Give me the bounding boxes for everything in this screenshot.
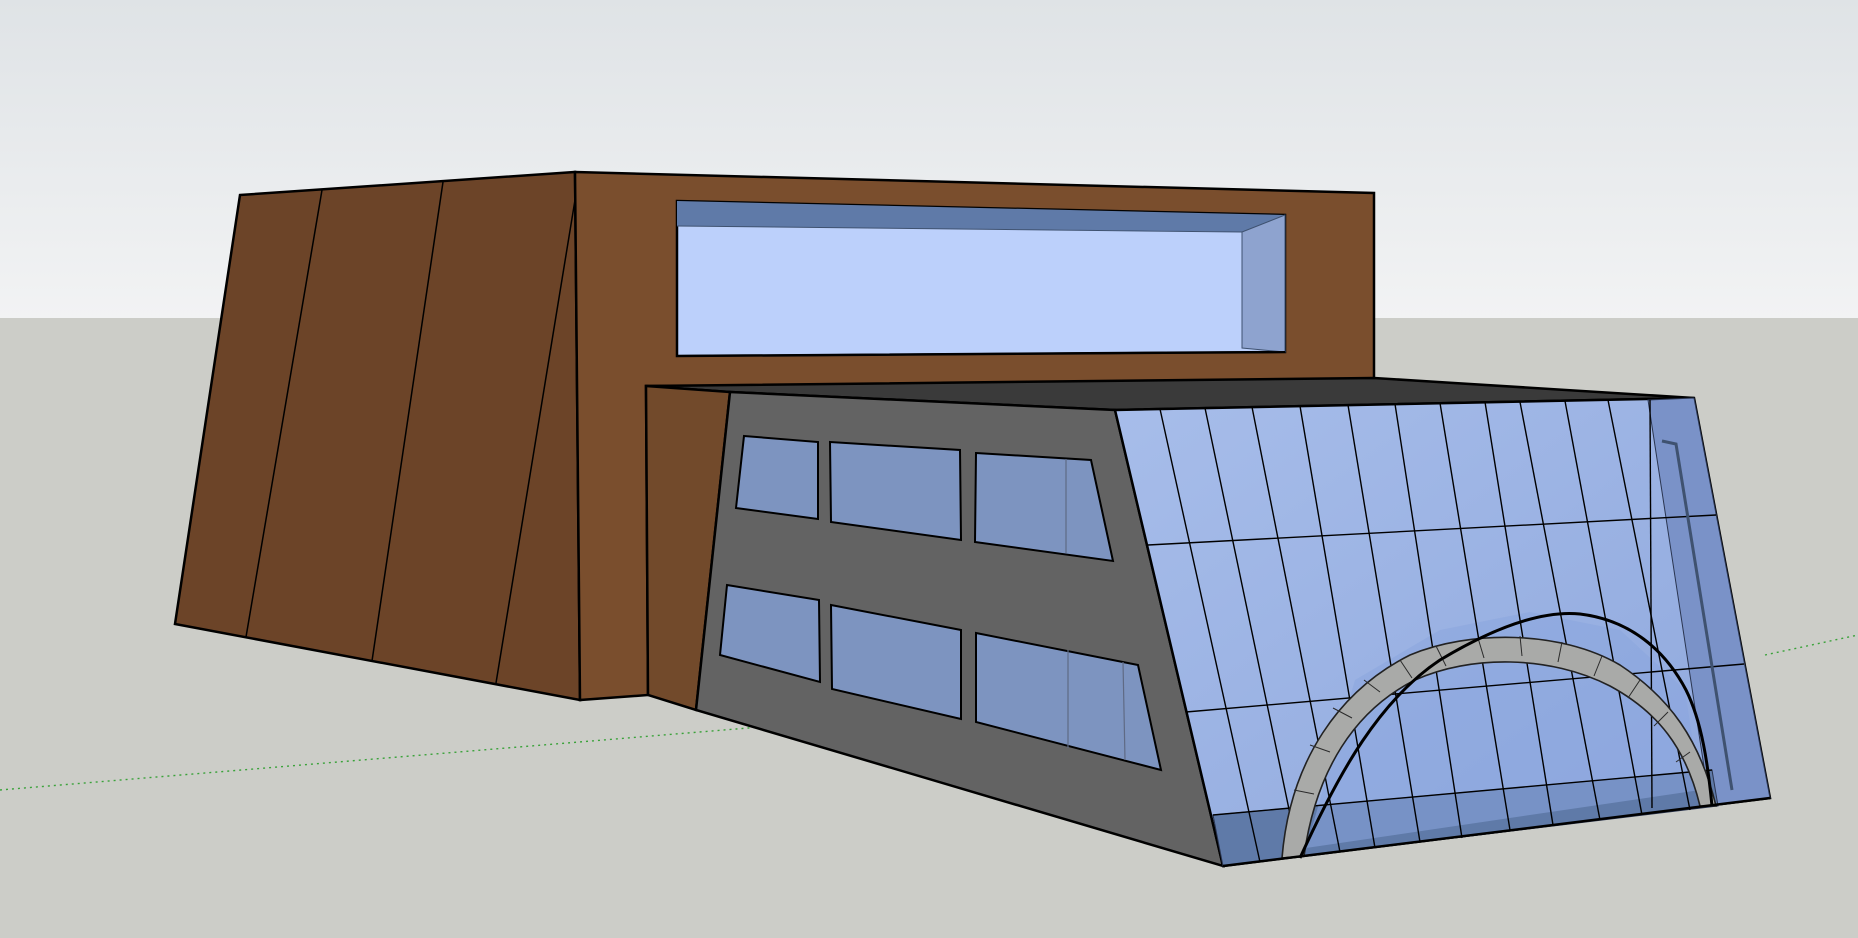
window-3[interactable] — [973, 451, 1115, 563]
ribbon-window-jamb — [1241, 214, 1286, 353]
model-viewport[interactable] — [0, 0, 1858, 938]
building-model[interactable] — [0, 0, 1858, 938]
window-2[interactable] — [828, 440, 963, 542]
window-1[interactable] — [734, 434, 819, 521]
